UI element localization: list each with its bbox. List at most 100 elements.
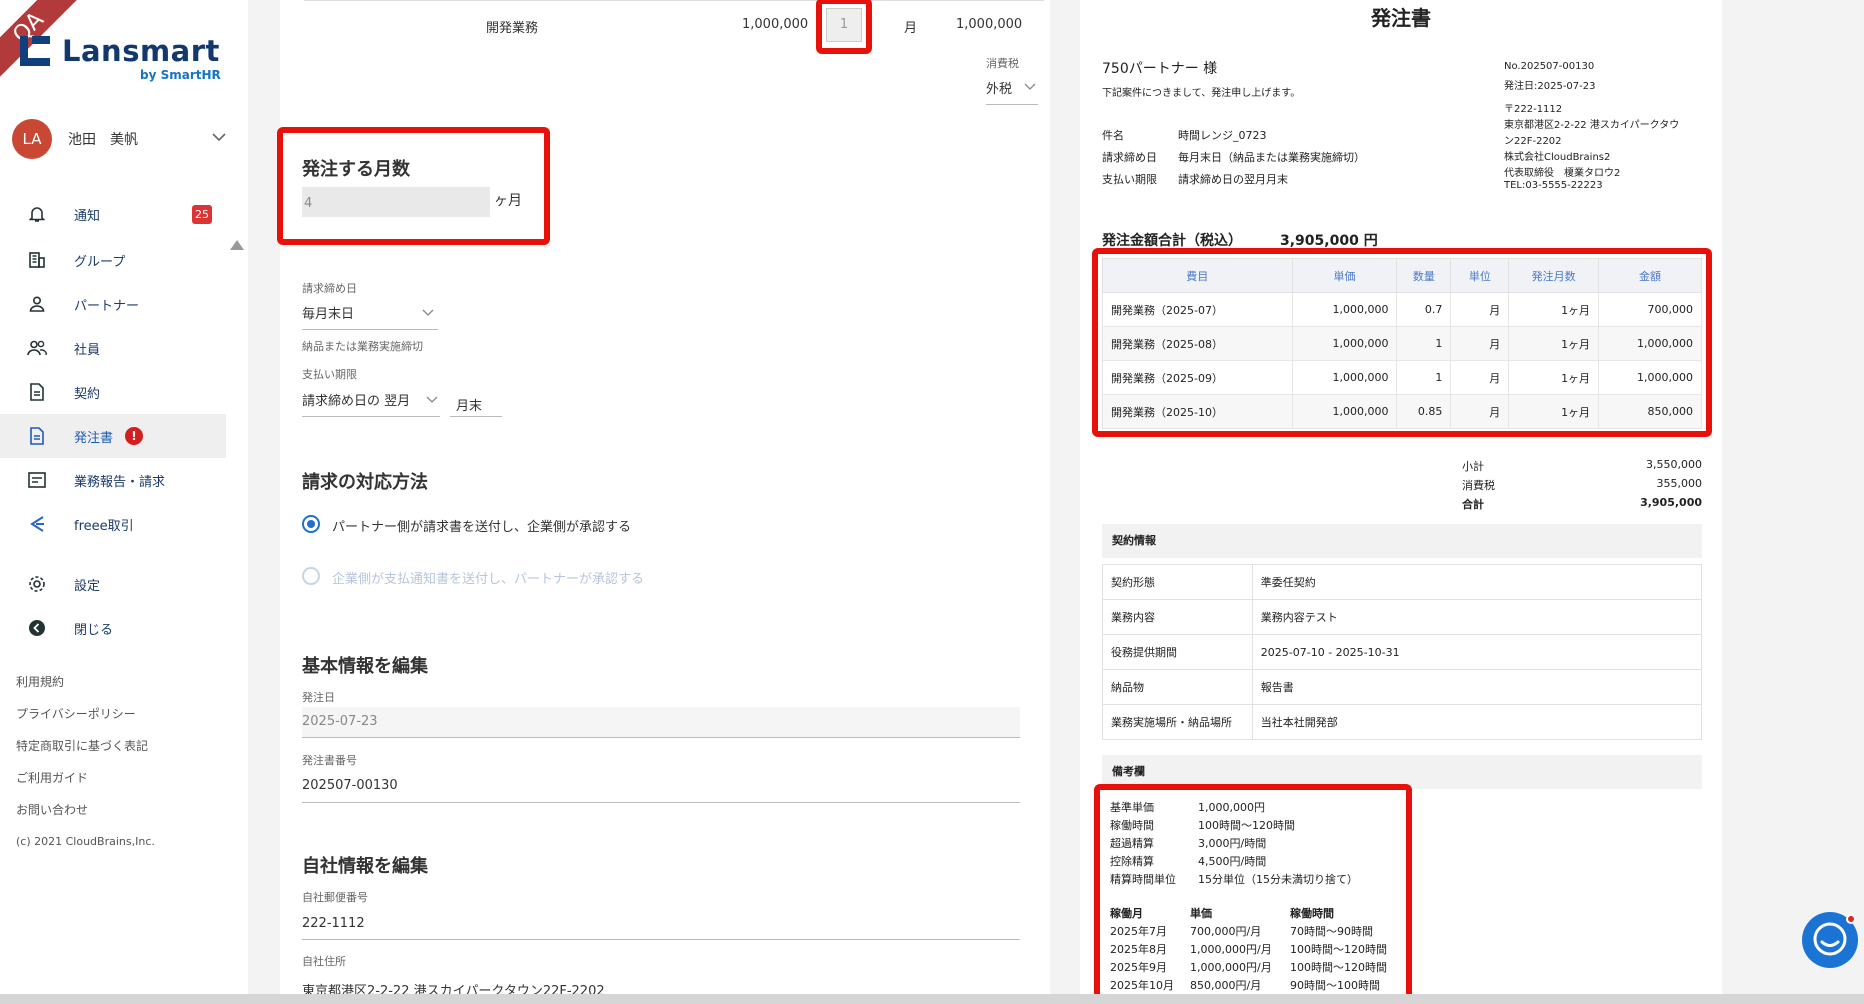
remark-label: 基準単価	[1110, 801, 1154, 814]
doc-recipient: 750パートナー 様	[1102, 61, 1218, 77]
order-form: 開発業務 1,000,000 1 月 1,000,000 消費税 外税 発注する…	[277, 0, 1050, 1004]
company-info-title: 自社情報を編集	[302, 856, 428, 877]
grand-total-value: 3,905,000	[1640, 496, 1702, 509]
table-row: 納品物 報告書	[1102, 669, 1703, 705]
monthly-header: 稼働時間	[1290, 907, 1334, 920]
closing-note: 納品または業務実施締切	[302, 340, 423, 353]
bell-icon	[26, 203, 48, 225]
total-label: 発注金額合計（税込）	[1102, 233, 1242, 249]
postal-input[interactable]: 222-1112	[302, 916, 365, 931]
remark-value: 15分単位（15分未満切り捨て）	[1198, 873, 1358, 886]
issuer-tel: TEL:03-5555-22223	[1504, 180, 1603, 191]
order-no-label: 発注書番号	[302, 754, 357, 767]
doc-title: 発注書	[1371, 6, 1431, 30]
commercial-law-link[interactable]: 特定商取引に基づく表記	[16, 734, 155, 766]
table-cell: 業務内容	[1102, 599, 1253, 635]
monthly-price: 700,000円/月	[1190, 925, 1262, 938]
chat-notification-dot	[1846, 914, 1856, 924]
scroll-up-arrow-icon[interactable]	[230, 240, 244, 250]
table-cell: 2025-07-10 - 2025-10-31	[1251, 634, 1703, 670]
sidebar-item-freee[interactable]: freee取引	[0, 502, 226, 546]
sidebar-item-contracts[interactable]: 契約	[0, 370, 226, 414]
subtotal-value: 3,550,000	[1646, 458, 1702, 471]
doc-meta-value: 毎月末日（納品または業務実施締切）	[1178, 151, 1365, 164]
postal-label: 自社郵便番号	[302, 891, 368, 904]
tax-amount-value: 355,000	[1656, 477, 1703, 490]
issuer-company: 株式会社CloudBrains2	[1504, 152, 1611, 163]
tax-select[interactable]: 外税	[986, 78, 1038, 104]
collapse-icon	[26, 617, 48, 639]
remark-value: 100時間〜120時間	[1198, 819, 1295, 832]
remark-label: 精算時間単位	[1110, 873, 1176, 886]
table-cell: 報告書	[1251, 669, 1703, 705]
table-cell: 役務提供期間	[1102, 634, 1253, 670]
closing-select[interactable]: 毎月末日	[302, 303, 438, 329]
building-icon	[26, 249, 48, 271]
total-value: 3,905,000 円	[1280, 233, 1378, 249]
sidebar-item-reports[interactable]: 業務報告・請求	[0, 458, 226, 502]
doc-number: No.202507-00130	[1504, 61, 1595, 72]
closing-label: 請求締め日	[302, 282, 357, 295]
purchase-order-preview: 発注書 750パートナー 様 下記案件につきまして、発注申し上げます。 件名 時…	[1080, 0, 1722, 1004]
copyright: (c) 2021 CloudBrains,Inc.	[16, 835, 155, 848]
billing-option2-radio[interactable]	[302, 567, 320, 585]
terms-link[interactable]: 利用規約	[16, 670, 155, 702]
sidebar-item-purchase-orders[interactable]: 発注書 !	[0, 414, 226, 458]
issuer-rep: 代表取締役 榎業タロウ2	[1504, 168, 1621, 179]
address-label: 自社住所	[302, 955, 346, 968]
doc-meta-value: 時間レンジ_0723	[1178, 129, 1267, 142]
chevron-down-icon	[426, 393, 438, 408]
contact-link[interactable]: お問い合わせ	[16, 798, 155, 830]
monthly-price: 1,000,000円/月	[1190, 961, 1272, 974]
sidebar-item-label: 通知	[74, 208, 101, 224]
guide-link[interactable]: ご利用ガイド	[16, 766, 155, 798]
order-date-input[interactable]: 2025-07-23	[302, 707, 1020, 737]
billing-option1-radio[interactable]	[302, 515, 320, 533]
issuer-postal: 〒222-1112	[1504, 104, 1563, 115]
table-cell: 当社本社開発部	[1251, 704, 1703, 740]
chevron-down-icon[interactable]	[212, 130, 226, 146]
sidebar-item-employees[interactable]: 社員	[0, 326, 226, 370]
sidebar-item-settings[interactable]: 設定	[0, 562, 226, 606]
doc-meta-value: 請求締め日の翌月月末	[1178, 173, 1288, 186]
doc-intro: 下記案件につきまして、発注申し上げます。	[1102, 88, 1301, 99]
monthly-month: 2025年7月	[1110, 925, 1167, 938]
chevron-down-icon	[422, 306, 434, 321]
logo-mark-icon	[20, 36, 50, 66]
doc-date: 発注日:2025-07-23	[1504, 81, 1596, 92]
sidebar-item-close[interactable]: 閉じる	[0, 606, 226, 650]
table-cell: 契約形態	[1102, 564, 1253, 600]
avatar: LA	[12, 119, 52, 159]
billing-option2-label: 企業側が支払通知書を送付し、パートナーが承認する	[332, 572, 645, 587]
monthly-hours: 90時間〜100時間	[1290, 979, 1380, 992]
sidebar-item-label: 契約	[74, 386, 101, 402]
alert-icon: !	[125, 427, 144, 445]
monthly-hours: 70時間〜90時間	[1290, 925, 1373, 938]
contract-info-head: 契約情報	[1102, 524, 1702, 558]
user-name: 池田 美帆	[68, 132, 138, 148]
payment-day-select[interactable]: 月末	[456, 395, 482, 414]
sidebar-item-label: 設定	[74, 578, 101, 594]
order-no-input[interactable]: 202507-00130	[302, 778, 398, 793]
months-title: 発注する月数	[302, 159, 410, 180]
remark-value: 3,000円/時間	[1198, 837, 1267, 850]
privacy-link[interactable]: プライバシーポリシー	[16, 702, 155, 734]
notification-count-badge: 25	[192, 205, 212, 224]
months-input[interactable]: 4	[302, 187, 490, 217]
table-row: 契約形態 準委任契約	[1102, 564, 1703, 600]
doc-meta-label: 請求締め日	[1102, 151, 1157, 164]
monthly-price: 1,000,000円/月	[1190, 943, 1272, 956]
billing-option1-label: パートナー側が請求書を送付し、企業側が承認する	[332, 520, 632, 535]
person-icon	[26, 293, 48, 315]
payment-month-select[interactable]: 請求締め日の 翌月	[302, 390, 440, 416]
horizontal-scrollbar[interactable]	[0, 994, 1864, 1004]
sidebar-item-partners[interactable]: パートナー	[0, 282, 226, 326]
months-highlight	[277, 127, 550, 245]
user-menu[interactable]: LA 池田 美帆	[12, 118, 232, 160]
remark-label: 控除精算	[1110, 855, 1154, 868]
sidebar-item-notifications[interactable]: 通知 25	[0, 192, 226, 236]
months-unit: ヶ月	[494, 193, 522, 209]
sidebar-item-groups[interactable]: グループ	[0, 238, 226, 282]
report-icon	[26, 469, 48, 491]
monthly-hours: 100時間〜120時間	[1290, 961, 1387, 974]
